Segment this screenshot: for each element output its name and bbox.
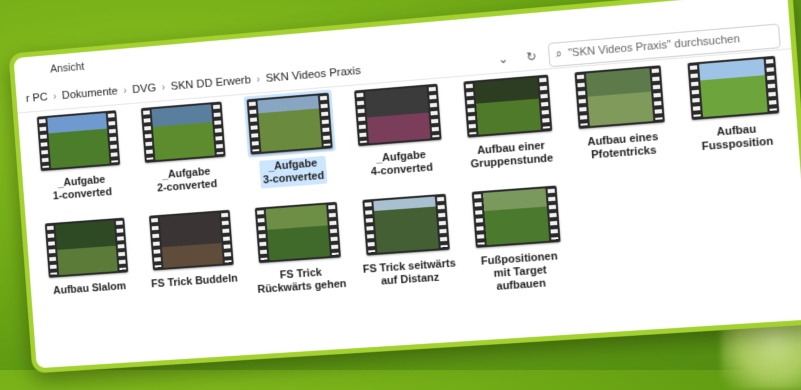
video-thumbnail[interactable] [243, 89, 336, 158]
video-thumbnail[interactable] [252, 199, 344, 267]
video-file-icon [574, 65, 665, 129]
file-item[interactable]: _Aufgabe 3-converted [235, 89, 347, 191]
file-item[interactable]: _Aufgabe 1-converted [25, 106, 134, 206]
file-item[interactable]: FS Trick Buddeln [137, 206, 247, 293]
video-file-icon [354, 83, 442, 147]
file-item[interactable]: _Aufgabe 2-converted [129, 98, 240, 199]
file-item[interactable]: Aufbau Slalom [33, 214, 141, 300]
file-item[interactable]: Aufbau eines Pfotentricks [562, 61, 680, 165]
file-item[interactable]: _Aufgabe 4-converted [342, 80, 456, 183]
video-thumbnail[interactable] [684, 52, 783, 123]
thumbnail-image [47, 113, 110, 169]
video-file-icon [36, 110, 121, 172]
file-item[interactable]: FS Trick seitwärts auf Distanz [350, 190, 464, 292]
thumbnail-image [151, 104, 215, 161]
file-name-label: FS Trick seitwärts auf Distanz [362, 257, 457, 288]
thumbnail-image [265, 204, 330, 261]
video-thumbnail[interactable] [571, 62, 668, 132]
breadcrumb-separator-icon: › [161, 82, 166, 94]
thumbnail-image [55, 220, 118, 276]
thumbnail-image [474, 77, 542, 135]
thumbnail-image [585, 68, 654, 127]
breadcrumb-skn-videos-praxis[interactable]: SKN Videos Praxis [265, 65, 361, 85]
video-file-icon [44, 217, 129, 278]
window-frame: Ansicht r PC › Dokumente › DVG › SKN DD … [8, 0, 801, 374]
search-icon: ⌕ [555, 47, 563, 61]
file-item[interactable]: Fußpositionen mit Target aufbauen [459, 182, 576, 298]
refresh-icon[interactable]: ↻ [519, 45, 543, 69]
file-explorer-window: Ansicht r PC › Dokumente › DVG › SKN DD … [8, 0, 801, 374]
video-thumbnail[interactable] [138, 98, 229, 166]
chevron-down-icon[interactable]: ⌄ [491, 47, 515, 71]
file-name-label: _Aufgabe 3-converted [258, 155, 328, 189]
file-item[interactable]: Aufbau einer Gruppenstunde [451, 70, 567, 174]
view-menu[interactable]: Ansicht [50, 61, 85, 76]
video-thumbnail[interactable] [359, 190, 453, 258]
file-name-label: _Aufgabe 4-converted [370, 149, 434, 179]
breadcrumb-this-pc[interactable]: r PC [26, 91, 48, 104]
file-name-label: Aufbau Slalom [52, 280, 127, 298]
video-file-icon [148, 209, 234, 271]
breadcrumb-separator-icon: › [123, 85, 127, 97]
file-name-label: Fußpositionen mit Target aufbauen [480, 250, 558, 294]
thumbnail-image [365, 86, 431, 144]
thumbnail-image [373, 196, 439, 253]
breadcrumb-dvg[interactable]: DVG [132, 82, 157, 96]
file-name-label: Aufbau Fussposition [701, 123, 774, 154]
video-thumbnail[interactable] [42, 214, 132, 280]
file-name-label: FS Trick Buddeln [150, 272, 239, 291]
breadcrumb-separator-icon: › [52, 91, 57, 103]
video-file-icon [362, 193, 450, 256]
video-thumbnail[interactable] [146, 207, 237, 274]
video-thumbnail[interactable] [460, 71, 555, 141]
file-item[interactable]: Aufbau Fussposition [675, 52, 795, 157]
video-thumbnail[interactable] [34, 107, 124, 174]
file-name-label: _Aufgabe 1-converted [52, 173, 113, 203]
video-file-icon [471, 185, 561, 248]
thumbnail-image [159, 212, 223, 268]
file-name-label: Aufbau eines Pfotentricks [586, 130, 659, 162]
video-file-icon [463, 74, 553, 138]
thumbnail-image [699, 58, 768, 118]
thumbnail-image [482, 188, 550, 246]
video-file-icon [246, 92, 333, 155]
breadcrumb-separator-icon: › [256, 74, 261, 86]
file-name-label: _Aufgabe 2-converted [156, 165, 218, 195]
video-file-icon [254, 201, 341, 264]
breadcrumb-skn-dd-erwerb[interactable]: SKN DD Erwerb [170, 74, 251, 93]
video-file-icon [140, 101, 226, 163]
file-name-label: FS Trick Rückwärts gehen [257, 266, 347, 297]
video-thumbnail[interactable] [351, 80, 445, 149]
file-item[interactable]: FS Trick Rückwärts gehen [243, 198, 355, 299]
video-file-icon [687, 55, 780, 121]
file-name-label: Aufbau einer Gruppenstunde [470, 139, 554, 171]
thumbnail-image [257, 95, 322, 152]
breadcrumb-dokumente[interactable]: Dokumente [62, 86, 119, 102]
video-thumbnail[interactable] [468, 182, 563, 251]
